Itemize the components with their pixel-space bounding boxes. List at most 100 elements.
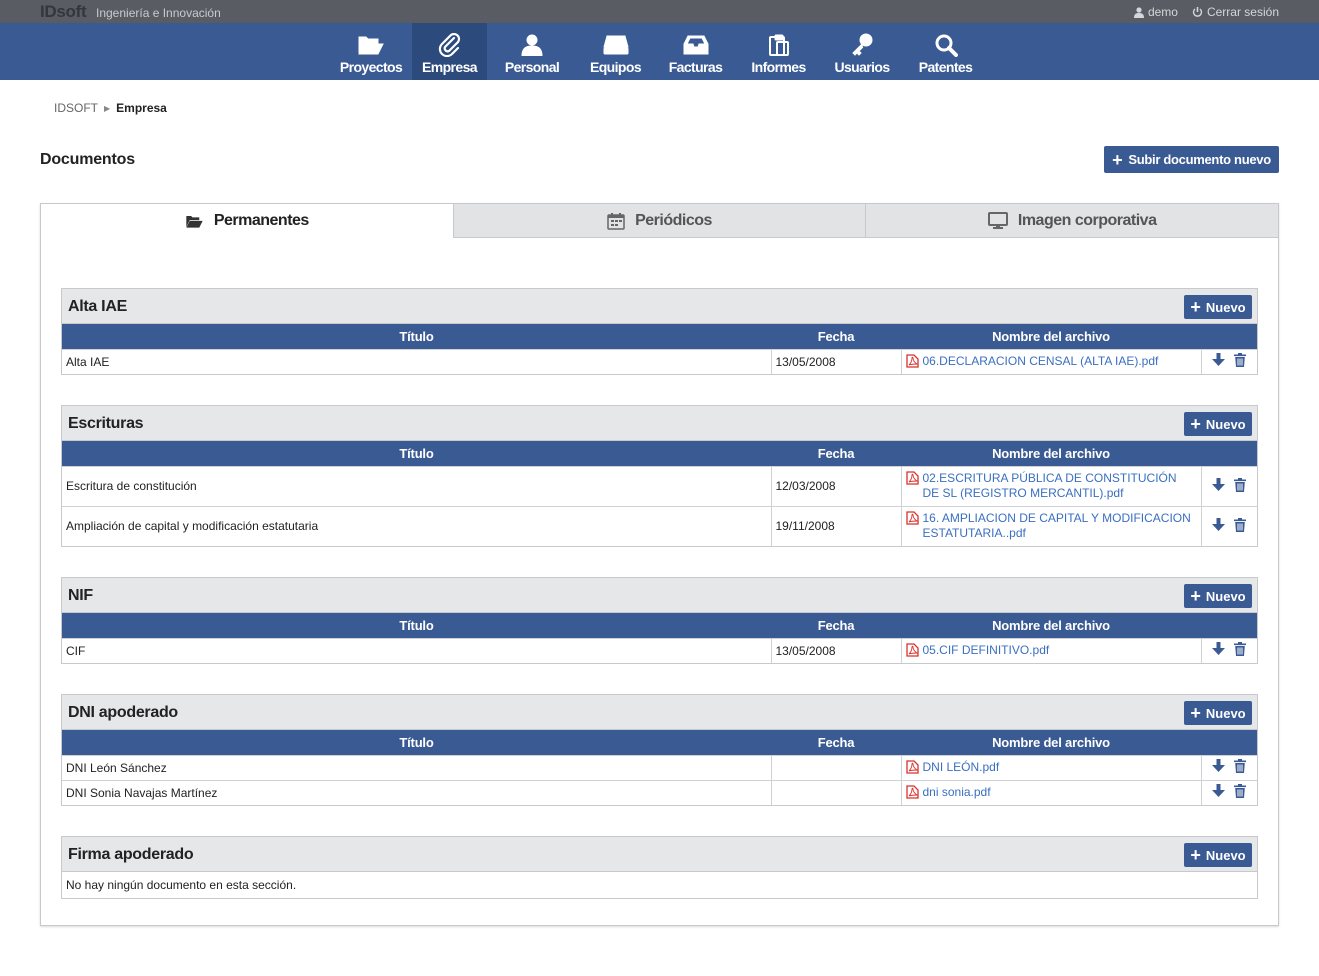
download-icon xyxy=(1211,517,1225,531)
file-link[interactable]: 02.ESCRITURA PÚBLICA DE CONSTITUCIÓN DE … xyxy=(923,471,1197,501)
download-button[interactable] xyxy=(1207,759,1229,773)
section-title: Firma apoderado xyxy=(68,846,194,863)
new-document-button[interactable]: + Nuevo xyxy=(1184,701,1252,725)
section-header: Alta IAE + Nuevo xyxy=(62,289,1257,324)
delete-button[interactable] xyxy=(1229,517,1251,532)
download-button[interactable] xyxy=(1207,784,1229,798)
download-button[interactable] xyxy=(1207,517,1229,532)
nav-proyectos[interactable]: Proyectos xyxy=(330,23,412,80)
table-row: DNI Sonia Navajas Martínez dni sonia.pdf xyxy=(62,779,1257,805)
table-row: Escritura de constitución 12/03/2008 02.ES… xyxy=(62,465,1257,506)
cell-date: 13/05/2008 xyxy=(770,348,901,374)
column-header-date: Fecha xyxy=(771,613,901,638)
delete-button[interactable] xyxy=(1229,477,1251,492)
new-document-label: Nuevo xyxy=(1205,299,1246,315)
cell-file: 16. AMPLIACION DE CAPITAL Y MODIFICACION… xyxy=(900,505,1201,546)
nav-usuarios[interactable]: Usuarios xyxy=(820,23,904,80)
pdf-icon xyxy=(905,785,919,799)
nav-label: Facturas xyxy=(668,59,723,75)
column-header-date: Fecha xyxy=(771,730,901,755)
new-document-button[interactable]: + Nuevo xyxy=(1184,295,1252,319)
breadcrumb: IDSOFT ▶ Empresa xyxy=(54,101,167,115)
hdd-icon xyxy=(602,32,629,57)
page-title: Documentos xyxy=(40,151,135,168)
column-header-actions xyxy=(1201,441,1257,466)
new-document-button[interactable]: + Nuevo xyxy=(1184,412,1252,436)
download-icon xyxy=(1211,784,1225,798)
section-header: Firma apoderado + Nuevo xyxy=(62,837,1257,872)
new-document-label: Nuevo xyxy=(1205,847,1246,863)
nav-patentes[interactable]: Patentes xyxy=(904,23,987,80)
section-title: Escrituras xyxy=(68,415,144,432)
trash-icon xyxy=(1234,477,1247,492)
table-row: Ampliación de capital y modificación est… xyxy=(62,505,1257,546)
delete-button[interactable] xyxy=(1229,759,1251,773)
section-title: NIF xyxy=(68,587,93,604)
plus-icon: + xyxy=(1190,845,1201,865)
column-header-actions xyxy=(1201,730,1257,755)
download-button[interactable] xyxy=(1207,477,1229,492)
new-document-button[interactable]: + Nuevo xyxy=(1184,843,1252,867)
download-icon xyxy=(1211,642,1225,656)
new-document-button[interactable]: + Nuevo xyxy=(1184,584,1252,608)
nav-personal[interactable]: Personal xyxy=(487,23,577,80)
download-button[interactable] xyxy=(1207,642,1229,656)
tab-periódicos[interactable]: Periódicos xyxy=(452,204,866,238)
folder-open-icon xyxy=(358,32,384,57)
table-row: DNI León Sánchez DNI LEÓN.pdf xyxy=(62,754,1257,780)
cell-actions xyxy=(1200,754,1257,780)
file-link[interactable]: 06.DECLARACION CENSAL (ALTA IAE).pdf xyxy=(923,354,1159,369)
table-header-row: Título Fecha Nombre del archivo xyxy=(62,613,1257,638)
cell-date: 12/03/2008 xyxy=(770,465,901,506)
nav-informes[interactable]: Informes xyxy=(737,23,820,80)
file-link[interactable]: dni sonia.pdf xyxy=(923,785,991,800)
trash-icon xyxy=(1234,353,1247,368)
plus-icon: + xyxy=(1190,586,1201,606)
nav-label: Informes xyxy=(751,59,806,75)
documents-table: Título Fecha Nombre del archivo Escritura d… xyxy=(62,441,1257,546)
documents-tab-panel: Permanentes Periódicos Imagen corporativa … xyxy=(40,203,1279,926)
brand-logo[interactable]: IDsoft xyxy=(40,2,87,22)
download-icon xyxy=(1211,759,1225,772)
new-document-label: Nuevo xyxy=(1205,416,1246,432)
calendar-icon xyxy=(607,212,625,230)
file-link[interactable]: 05.CIF DEFINITIVO.pdf xyxy=(923,643,1050,658)
delete-button[interactable] xyxy=(1229,642,1251,657)
cell-actions xyxy=(1200,637,1257,663)
breadcrumb-current: Empresa xyxy=(116,101,167,115)
column-header-file: Nombre del archivo xyxy=(901,613,1201,638)
tab-permanentes[interactable]: Permanentes xyxy=(41,204,453,238)
section-header: NIF + Nuevo xyxy=(62,578,1257,613)
nav-empresa[interactable]: Empresa xyxy=(412,23,487,80)
pdf-icon xyxy=(905,354,919,368)
user-menu[interactable]: demo xyxy=(1133,5,1178,19)
file-link[interactable]: DNI LEÓN.pdf xyxy=(923,760,1000,775)
section-title: Alta IAE xyxy=(68,298,127,315)
file-link[interactable]: 16. AMPLIACION DE CAPITAL Y MODIFICACION… xyxy=(923,511,1197,541)
logout-label: Cerrar sesión xyxy=(1206,5,1279,19)
nav-equipos[interactable]: Equipos xyxy=(577,23,654,80)
cell-file: 06.DECLARACION CENSAL (ALTA IAE).pdf xyxy=(900,348,1201,374)
plus-icon: + xyxy=(1190,297,1201,317)
download-button[interactable] xyxy=(1207,353,1229,367)
breadcrumb-separator-icon: ▶ xyxy=(104,103,111,113)
column-header-title: Título xyxy=(62,613,771,638)
column-header-title: Título xyxy=(62,441,771,466)
delete-button[interactable] xyxy=(1229,353,1251,368)
documents-table: Título Fecha Nombre del archivo CIF 13/05/20… xyxy=(62,613,1257,663)
monitor-icon xyxy=(987,211,1008,230)
delete-button[interactable] xyxy=(1229,784,1251,799)
pdf-icon xyxy=(905,760,919,774)
logout-link[interactable]: Cerrar sesión xyxy=(1192,5,1279,19)
download-icon xyxy=(1211,477,1225,491)
table-header-row: Título Fecha Nombre del archivo xyxy=(62,730,1257,755)
nav-facturas[interactable]: Facturas xyxy=(654,23,737,80)
cell-actions xyxy=(1200,779,1257,805)
document-section: Escrituras + Nuevo Título Fecha Nombre del ar… xyxy=(61,405,1258,547)
tab-imagen-corporativa[interactable]: Imagen corporativa xyxy=(865,204,1279,238)
column-header-title: Título xyxy=(62,730,771,755)
upload-document-button[interactable]: + Subir documento nuevo xyxy=(1104,146,1279,173)
breadcrumb-root[interactable]: IDSOFT xyxy=(54,101,98,115)
cell-actions xyxy=(1200,348,1257,374)
column-header-file: Nombre del archivo xyxy=(901,441,1201,466)
